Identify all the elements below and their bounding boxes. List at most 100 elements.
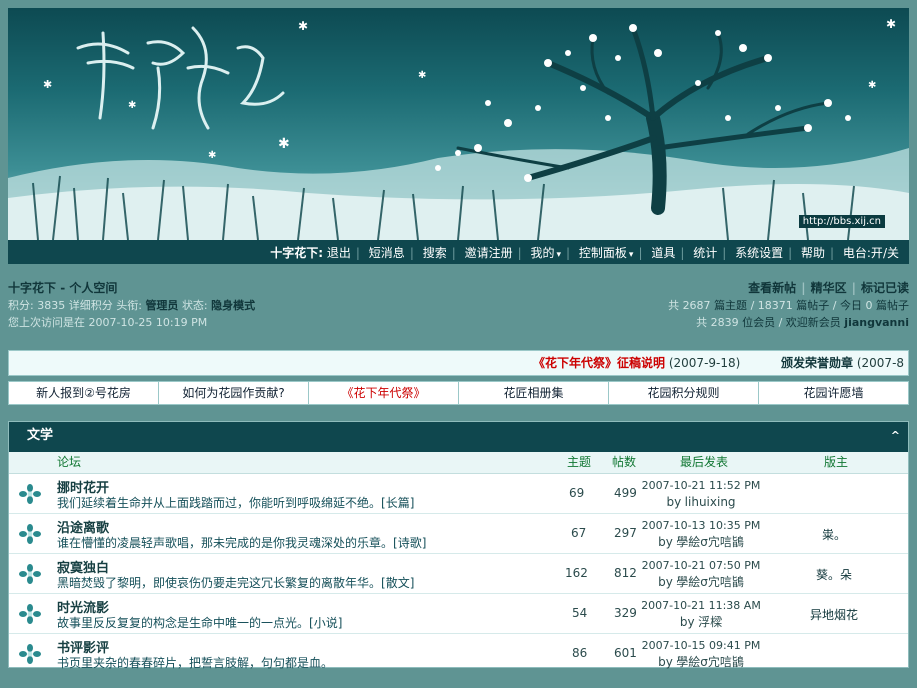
topic-count: 86 — [572, 646, 588, 660]
stats-topics: 2687 — [682, 299, 711, 312]
link-album[interactable]: 花匠相册集 — [459, 382, 609, 404]
link-newcomer[interactable]: 新人报到②号花房 — [9, 382, 159, 404]
last-visit-time: 2007-10-25 10:19 PM — [88, 316, 208, 329]
moderator[interactable]: 粜。 — [779, 526, 889, 543]
nav-my[interactable]: 我的 — [530, 246, 561, 260]
last-post-user[interactable]: 浮樑 — [698, 615, 722, 629]
newest-member-link[interactable]: jiangvanni — [844, 316, 909, 329]
last-post-user[interactable]: 學絵σ宂唁鴲 — [676, 575, 744, 589]
post-count: 297 — [614, 526, 637, 540]
site-link[interactable]: 十字花下 — [8, 281, 56, 295]
nav-control-panel[interactable]: 控制面板 — [579, 246, 634, 260]
nav-stats[interactable]: 统计 — [693, 246, 717, 260]
new-posts-link[interactable]: 查看新帖 — [748, 281, 796, 295]
svg-text:✱: ✱ — [298, 19, 308, 33]
last-post-time[interactable]: 2007-10-21 11:38 AM — [641, 599, 761, 612]
svg-text:✱: ✱ — [868, 80, 876, 91]
mark-read-link[interactable]: 标记已读 — [861, 281, 909, 295]
forum-tag[interactable]: [小说] — [309, 616, 342, 630]
nav-messages[interactable]: 短消息 — [369, 246, 405, 260]
last-post-user[interactable]: lihuixing — [685, 495, 736, 509]
link-era-festival[interactable]: 《花下年代祭》 — [309, 382, 459, 404]
radio-on-link[interactable]: 开 — [871, 246, 883, 260]
post-count: 601 — [614, 646, 637, 660]
stats-sep: / — [750, 299, 755, 312]
credits-value: 3835 — [37, 299, 66, 312]
last-post: 2007-10-15 09:41 PM by 學絵σ宂唁鴲 — [636, 638, 766, 671]
last-visit-label: 您上次访问是在 — [8, 316, 85, 329]
stats-members-label: 位会员 — [742, 316, 776, 329]
forum-row: 书评影评 书页里夹杂的春春碎片，把誓言肢解，句句都是血。 86 601 2007… — [9, 634, 908, 673]
last-post-time[interactable]: 2007-10-21 07:50 PM — [642, 559, 761, 572]
col-topics: 主题 — [567, 455, 592, 469]
category-header: 文学 ^ — [9, 422, 908, 452]
moderator[interactable]: 葵。朵 — [779, 566, 889, 583]
credits-detail-link[interactable]: 详细积分 — [69, 299, 113, 312]
nav-help[interactable]: 帮助 — [801, 246, 825, 260]
last-post-time[interactable]: 2007-10-13 10:35 PM — [642, 519, 761, 532]
nav-radio-label: 电台: — [842, 246, 871, 260]
topic-count: 54 — [572, 606, 588, 620]
svg-text:✱: ✱ — [418, 70, 426, 81]
link-wish-wall[interactable]: 花园许愿墙 — [759, 382, 908, 404]
digest-link[interactable]: 精华区 — [811, 281, 847, 295]
top-navigation: 十字花下: 退出| 短消息| 搜索| 邀请注册| 我的| 控制面板| 道具| 统… — [8, 240, 909, 264]
svg-text:✱: ✱ — [886, 17, 896, 31]
forum-tag[interactable]: [诗歌] — [393, 536, 426, 550]
forum-tag[interactable]: [长篇] — [381, 496, 414, 510]
last-post-time[interactable]: 2007-10-21 11:52 PM — [642, 479, 761, 492]
forum-row: 沿途离歌 谁在懵懂的凌晨轻声歌唱，那未完成的是你我灵魂深处的乐章。[诗歌] 67… — [9, 514, 908, 554]
category-title[interactable]: 文学 — [27, 428, 53, 443]
col-last-post: 最后发表 — [680, 455, 729, 469]
announcement-date: (2007-8 — [856, 356, 905, 370]
forum-desc: 黑暗焚毁了黎明，即使哀伤仍要走完这冗长繁复的离散年华。 — [57, 576, 382, 590]
col-forum: 论坛 — [57, 455, 82, 469]
announcement-bar: 《花下年代祭》征稿说明 (2007-9-18) 颁发荣誉勋章 (2007-8 — [8, 350, 909, 376]
last-post-time[interactable]: 2007-10-15 09:41 PM — [642, 639, 761, 652]
forum-flower-icon — [19, 564, 41, 584]
header-banner: ✱ ✱ ✱ ✱ ✱ ✱ ✱ ✱ http://bbs.xij.cn — [8, 8, 909, 240]
nav-search[interactable]: 搜索 — [423, 246, 447, 260]
post-count: 499 — [614, 486, 637, 500]
stats-posts: 18371 — [757, 299, 793, 312]
link-contribute[interactable]: 如何为花园作贡献? — [159, 382, 309, 404]
forum-flower-icon — [19, 604, 41, 624]
user-title: 管理员 — [145, 299, 179, 312]
last-post: 2007-10-21 11:52 PM by lihuixing — [636, 478, 766, 511]
announcement-link[interactable]: 《花下年代祭》征稿说明 — [533, 356, 665, 370]
svg-text:✱: ✱ — [128, 100, 136, 111]
personal-space-link[interactable]: - 个人空间 — [60, 281, 117, 295]
nav-invite[interactable]: 邀请注册 — [465, 246, 513, 260]
link-credit-rules[interactable]: 花园积分规则 — [609, 382, 759, 404]
collapse-icon[interactable]: ^ — [891, 422, 900, 450]
last-post-user[interactable]: 學絵σ宂唁鴲 — [676, 535, 744, 549]
forum-row: 挪时花开 我们延续着生命并从上面践踏而过，你能听到呼吸绵延不绝。[长篇] 69 … — [9, 474, 908, 514]
forum-flower-icon — [19, 524, 41, 544]
svg-text:✱: ✱ — [208, 150, 216, 161]
forum-desc: 我们延续着生命并从上面践踏而过，你能听到呼吸绵延不绝。 — [57, 496, 382, 510]
nav-items[interactable]: 道具 — [651, 246, 675, 260]
column-header: 论坛 主题 帖数 最后发表 版主 — [9, 452, 908, 474]
last-post-by: by — [679, 615, 695, 629]
nav-brand: 十字花下: — [270, 246, 324, 260]
announcement-link[interactable]: 颁发荣誉勋章 — [781, 356, 853, 370]
radio-off-link[interactable]: 关 — [887, 246, 899, 260]
status-label: 状态: — [181, 299, 208, 312]
stats-today: 0 — [865, 299, 873, 312]
last-post-user[interactable]: 學絵σ宂唁鴲 — [676, 655, 744, 669]
svg-text:✱: ✱ — [278, 136, 290, 152]
stats-pre: 共 — [668, 299, 680, 312]
last-post-by: by — [666, 495, 682, 509]
last-post-by: by — [658, 535, 673, 549]
last-post: 2007-10-13 10:35 PM by 學絵σ宂唁鴲 — [636, 518, 766, 551]
last-post: 2007-10-21 11:38 AM by 浮樑 — [636, 598, 766, 631]
forum-tag[interactable]: [散文] — [381, 576, 414, 590]
stats-sep: / — [832, 299, 837, 312]
forum-desc: 书页里夹杂的春春碎片，把誓言肢解，句句都是血。 — [57, 656, 334, 670]
moderator[interactable]: 异地烟花 — [779, 606, 889, 623]
last-post: 2007-10-21 07:50 PM by 學絵σ宂唁鴲 — [636, 558, 766, 591]
nav-logout[interactable]: 退出 — [327, 246, 351, 260]
nav-settings[interactable]: 系统设置 — [735, 246, 783, 260]
status-toggle[interactable]: 隐身模式 — [211, 299, 255, 312]
topic-count: 67 — [571, 526, 587, 540]
